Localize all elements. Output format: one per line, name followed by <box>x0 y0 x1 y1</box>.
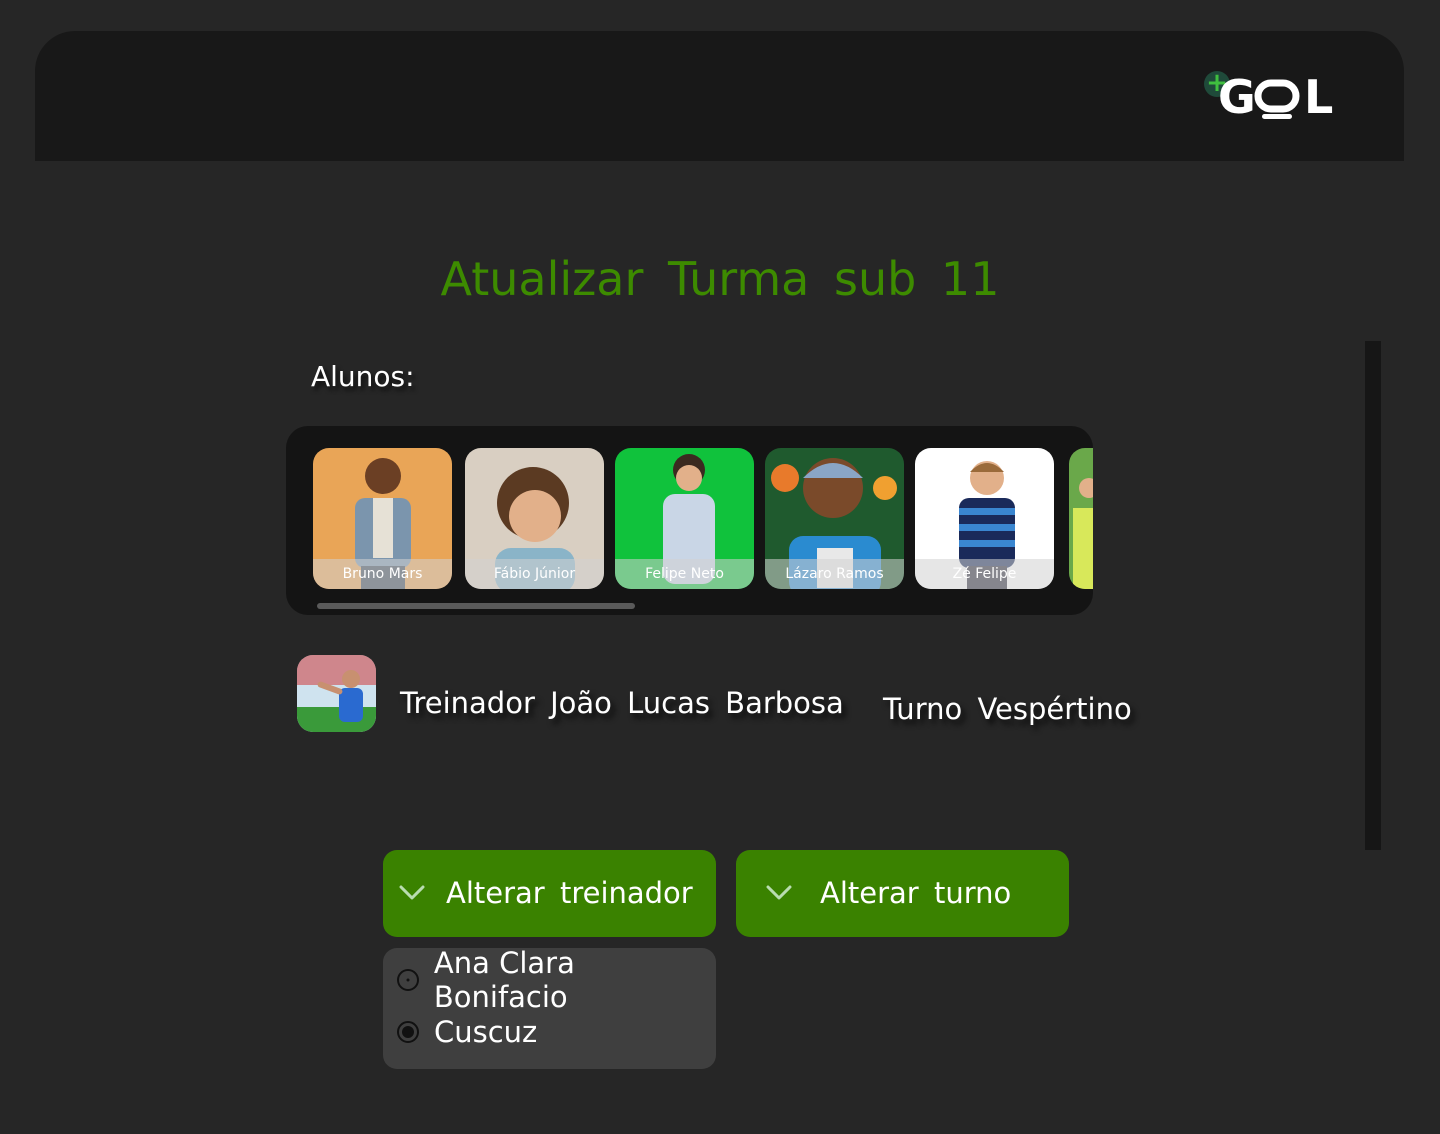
student-card[interactable]: Fábio Júnior <box>465 448 604 589</box>
student-name-band: Zé Felipe <box>915 559 1054 589</box>
student-name-band: Fábio Júnior <box>465 559 604 589</box>
change-coach-label: Alterar treinador <box>446 876 693 910</box>
student-name-band: Bruno Mars <box>313 559 452 589</box>
svg-text:G: G <box>1218 73 1258 123</box>
students-label: Alunos: <box>311 360 415 393</box>
students-carousel[interactable]: Bruno Mars Fábio Júnior Felipe Neto Láza… <box>286 426 1093 615</box>
carousel-scrollbar[interactable] <box>317 603 635 609</box>
change-shift-dropdown[interactable]: Alterar turno <box>736 850 1069 937</box>
gol-wordmark: G L <box>1218 70 1335 124</box>
coach-photo <box>297 655 376 732</box>
header-bar: + G L <box>35 31 1404 161</box>
student-card[interactable]: Zé Felipe <box>915 448 1054 589</box>
page-title: Atualizar Turma sub 11 <box>440 252 1000 306</box>
student-photo <box>1069 448 1093 589</box>
student-name: Fábio Júnior <box>493 566 576 582</box>
student-card[interactable]: Bruno Mars <box>313 448 452 589</box>
app-logo[interactable]: + G L <box>1204 70 1380 127</box>
coach-option[interactable]: Ana Clara Bonifacio <box>397 946 716 1014</box>
coach-option-label: Cuscuz <box>434 1015 538 1049</box>
shift-label: Turno Vespértino <box>883 692 1132 726</box>
radio-selected[interactable] <box>397 1021 419 1043</box>
change-shift-label: Alterar turno <box>820 876 1012 910</box>
student-name: Bruno Mars <box>342 566 423 582</box>
coach-options-list: Ana Clara Bonifacio Cuscuz <box>383 946 716 1069</box>
coach-option[interactable]: Cuscuz <box>397 1012 537 1052</box>
logo-text: G L <box>1218 70 1378 134</box>
student-card[interactable]: Felipe Neto <box>615 448 754 589</box>
change-coach-dropdown[interactable]: Alterar treinador <box>383 850 716 937</box>
svg-text:L: L <box>1304 73 1335 123</box>
carousel-track: Bruno Mars Fábio Júnior Felipe Neto Láza… <box>313 448 1093 589</box>
radio-unselected[interactable] <box>397 969 419 991</box>
student-name-band: Lázaro Ramos <box>765 559 904 589</box>
student-name: Felipe Neto <box>645 566 724 582</box>
coach-option-label: Ana Clara Bonifacio <box>433 946 575 1014</box>
student-name: Zé Felipe <box>952 566 1017 582</box>
student-card[interactable]: Lázaro Ramos <box>765 448 904 589</box>
coach-label: Treinador João Lucas Barbosa <box>400 686 844 720</box>
vertical-scrollbar[interactable] <box>1365 341 1381 850</box>
student-name: Lázaro Ramos <box>785 566 884 582</box>
student-card-partial[interactable] <box>1069 448 1093 589</box>
chevron-down-icon <box>399 885 425 900</box>
student-name-band: Felipe Neto <box>615 559 754 589</box>
coach-avatar <box>297 655 376 732</box>
chevron-down-icon <box>766 885 792 900</box>
